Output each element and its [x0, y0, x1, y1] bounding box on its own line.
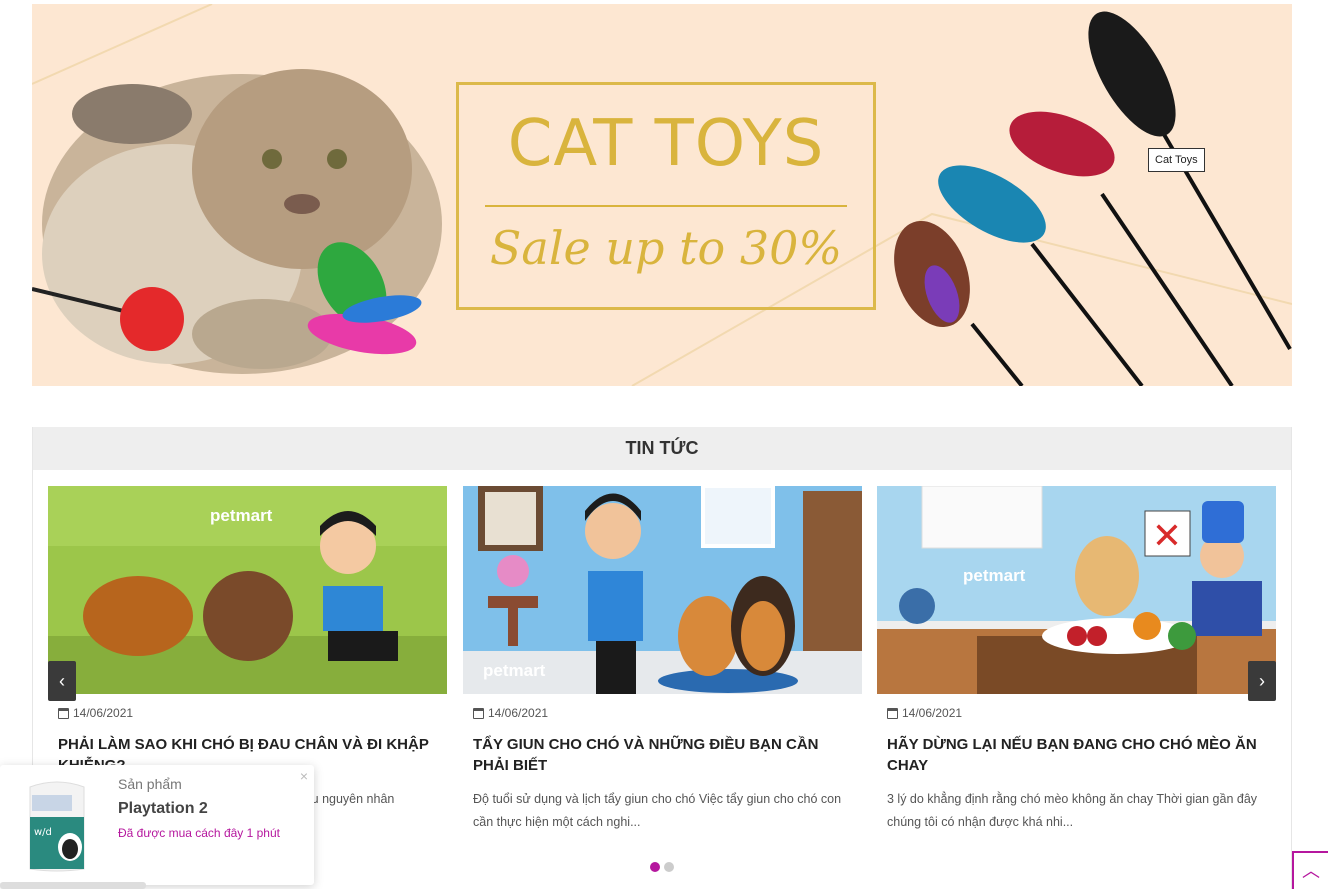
calendar-icon — [58, 707, 69, 719]
news-card-date-text: 14/06/2021 — [902, 706, 963, 720]
chevron-right-icon: › — [1259, 671, 1265, 691]
news-card[interactable]: petmart 14/06/2021 TẨY GIUN CHO CHÓ VÀ N… — [463, 486, 862, 834]
news-card[interactable]: petmart 14/06/2021 PHẢI LÀM SAO KHI CHÓ … — [48, 486, 447, 811]
news-card-excerpt: Độ tuổi sử dụng và lịch tẩy giun cho chó… — [473, 792, 842, 829]
news-card[interactable]: ✕ petmart 14/06/2021 HÃY DỪNG LẠI NẾU BẠ… — [877, 486, 1276, 834]
news-card-date-text: 14/06/2021 — [488, 706, 549, 720]
banner-subtitle: Sale up to 30% — [489, 221, 843, 275]
banner-tooltip: Cat Toys — [1148, 148, 1205, 172]
news-card-image[interactable]: petmart — [48, 486, 447, 694]
news-card-image[interactable]: petmart — [463, 486, 862, 694]
news-card-date: 14/06/2021 — [463, 706, 862, 720]
product-thumbnail[interactable]: w/d — [22, 777, 92, 873]
carousel-pagination — [650, 862, 674, 872]
news-card-date: 14/06/2021 — [877, 706, 1276, 720]
calendar-icon — [887, 707, 898, 719]
close-icon[interactable]: × — [300, 768, 308, 784]
popup-label: Sản phẩm — [118, 776, 182, 792]
chevron-left-icon: ‹ — [59, 671, 65, 691]
chevron-up-icon: ︿ — [1302, 861, 1320, 881]
news-heading: TIN TỨC — [33, 427, 1291, 470]
petmart-watermark: petmart — [210, 506, 273, 525]
petmart-watermark: petmart — [963, 566, 1026, 585]
popup-product-name[interactable]: Playtation 2 — [118, 800, 208, 818]
carousel-dot-active[interactable] — [650, 862, 660, 872]
popup-purchase-time: Đã được mua cách đây 1 phút — [118, 826, 280, 840]
svg-text:✕: ✕ — [1152, 516, 1182, 557]
promo-banner[interactable]: CAT TOYS Sale up to 30% — [32, 4, 1292, 386]
carousel-prev-button[interactable]: ‹ — [48, 661, 76, 701]
news-card-title[interactable]: HÃY DỪNG LẠI NẾU BẠN ĐANG CHO CHÓ MÈO ĂN… — [877, 734, 1276, 776]
banner-title: CAT TOYS — [507, 107, 825, 181]
carousel-next-button[interactable]: › — [1248, 661, 1276, 701]
news-card-date: 14/06/2021 — [48, 706, 447, 720]
product-bag-text: w/d — [34, 827, 52, 838]
banner-divider — [485, 205, 847, 207]
popup-progress-bar — [0, 882, 146, 889]
petmart-watermark: petmart — [483, 661, 546, 680]
calendar-icon — [473, 707, 484, 719]
carousel-dot[interactable] — [664, 862, 674, 872]
banner-text-frame: CAT TOYS Sale up to 30% — [456, 82, 876, 310]
news-card-title[interactable]: TẨY GIUN CHO CHÓ VÀ NHỮNG ĐIỀU BẠN CẦN P… — [463, 734, 862, 776]
news-card-date-text: 14/06/2021 — [73, 706, 134, 720]
news-card-excerpt: 3 lý do khẳng định rằng chó mèo không ăn… — [887, 792, 1258, 829]
recent-purchase-popup[interactable]: w/d Sản phẩm Playtation 2 Đã được mua cá… — [0, 765, 314, 885]
news-card-image[interactable]: ✕ petmart — [877, 486, 1276, 694]
scroll-to-top-button[interactable]: ︿ — [1292, 851, 1328, 889]
